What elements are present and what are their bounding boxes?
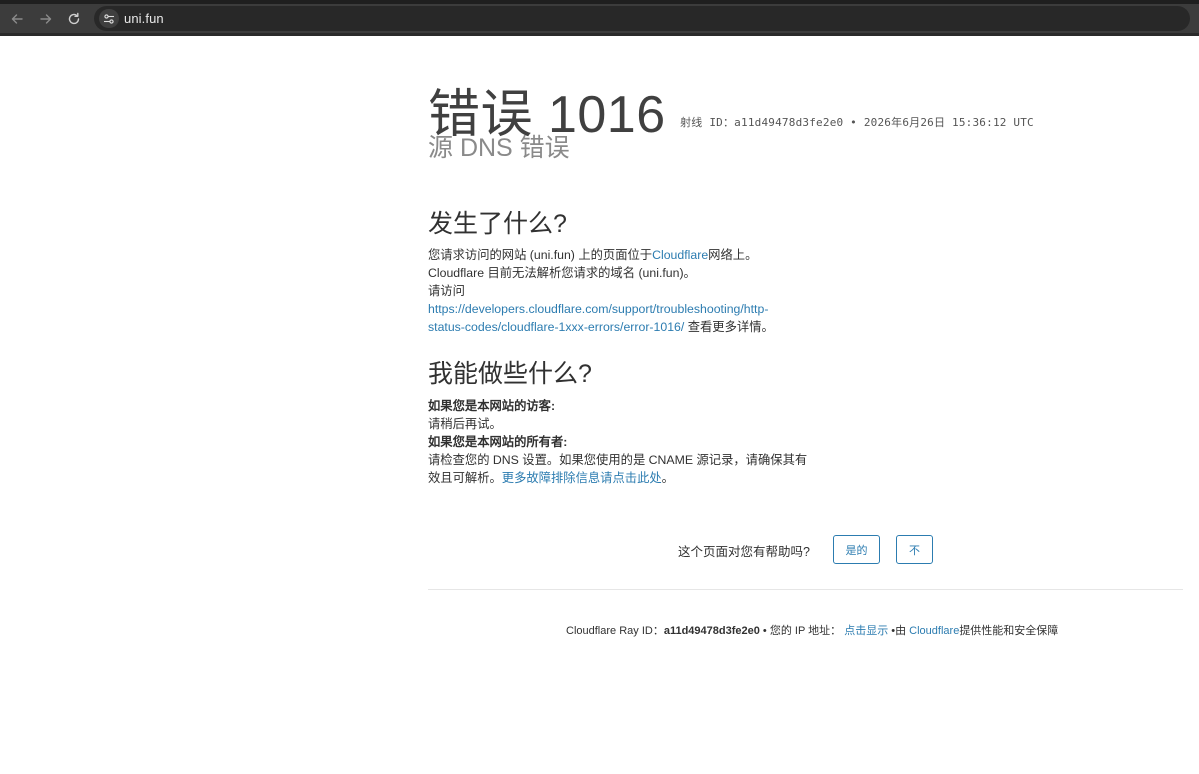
back-button[interactable]	[6, 8, 28, 30]
reload-button[interactable]	[63, 8, 85, 30]
docs-link-line2[interactable]: status-codes/cloudflare-1xxx-errors/erro…	[428, 320, 684, 334]
what-happened-text: 您请求访问的网站 (uni.fun) 上的页面位于Cloudflare网络上。 …	[428, 246, 808, 336]
owner-text-line2: 效且可解析。	[428, 471, 502, 485]
what-can-i-do-text: 如果您是本网站的访客: 请稍后再试。 如果您是本网站的所有者: 请检查您的 DN…	[428, 397, 828, 487]
feedback-no-button[interactable]: 不	[896, 535, 933, 564]
feedback-yes-button[interactable]: 是的	[833, 535, 880, 564]
forward-button[interactable]	[35, 8, 57, 30]
visitor-label: 如果您是本网站的访客:	[428, 399, 556, 413]
toolbar-border	[0, 33, 1199, 36]
address-bar[interactable]: uni.fun	[94, 6, 1190, 31]
ray-id: a11d49478d3fe2e0	[734, 116, 844, 129]
footer-bullet-2: •由	[888, 625, 910, 637]
visitor-text: 请稍后再试。	[428, 417, 502, 431]
footer: Cloudflare Ray ID：a11d49478d3fe2e0 • 您的 …	[566, 622, 1058, 638]
arrow-right-icon	[40, 14, 52, 24]
owner-suffix: 。	[661, 471, 674, 485]
footer-ray-id: a11d49478d3fe2e0	[663, 625, 760, 637]
page-subtitle: 源 DNS 错误	[428, 134, 570, 162]
troubleshooting-link[interactable]: 更多故障排除信息请点击此处	[502, 471, 662, 485]
footer-bullet-1: •	[759, 625, 770, 637]
feedback-question: 这个页面对您有帮助吗?	[678, 545, 810, 559]
footer-divider	[428, 589, 1183, 590]
tune-icon	[104, 13, 114, 24]
url-text[interactable]: uni.fun	[124, 11, 164, 26]
owner-text-line1: 请检查您的 DNS 设置。如果您使用的是 CNAME 源记录，请确保其有	[428, 453, 808, 467]
owner-label: 如果您是本网站的所有者:	[428, 435, 568, 449]
footer-ray-label: Cloudflare Ray ID：	[566, 625, 664, 637]
reload-icon	[68, 12, 80, 25]
ray-meta: 射线 ID：a11d49478d3fe2e0 • 2026年6月26日 15:3…	[680, 114, 1034, 130]
reveal-ip-link[interactable]: 点击显示	[844, 625, 888, 637]
site-info-button[interactable]	[99, 9, 119, 28]
docs-link-line1[interactable]: https://developers.cloudflare.com/suppor…	[428, 302, 768, 316]
meta-separator: •	[850, 116, 857, 129]
line1-suffix: 网络上。	[708, 248, 758, 262]
docs-suffix: 查看更多详情。	[684, 320, 774, 334]
feedback-bar: 这个页面对您有帮助吗? 是的 不	[428, 535, 1199, 565]
footer-ip-label: 您的 IP 地址：	[769, 625, 842, 637]
line3: 请访问	[428, 284, 465, 298]
ray-label: 射线 ID：	[680, 116, 735, 129]
what-happened-heading: 发生了什么?	[428, 210, 567, 238]
arrow-left-icon	[11, 14, 23, 24]
what-can-i-do-heading: 我能做些什么?	[428, 360, 592, 388]
browser-toolbar: uni.fun	[0, 4, 1199, 33]
footer-powered-suffix: 提供性能和安全保障	[959, 625, 1059, 637]
line2: Cloudflare 目前无法解析您请求的域名 (uni.fun)。	[428, 266, 696, 280]
cloudflare-link[interactable]: Cloudflare	[652, 248, 708, 262]
timestamp: 2026年6月26日 15:36:12 UTC	[863, 116, 1034, 129]
line1-prefix: 您请求访问的网站 (uni.fun) 上的页面位于	[428, 248, 653, 262]
footer-cloudflare-link[interactable]: Cloudflare	[909, 625, 959, 637]
